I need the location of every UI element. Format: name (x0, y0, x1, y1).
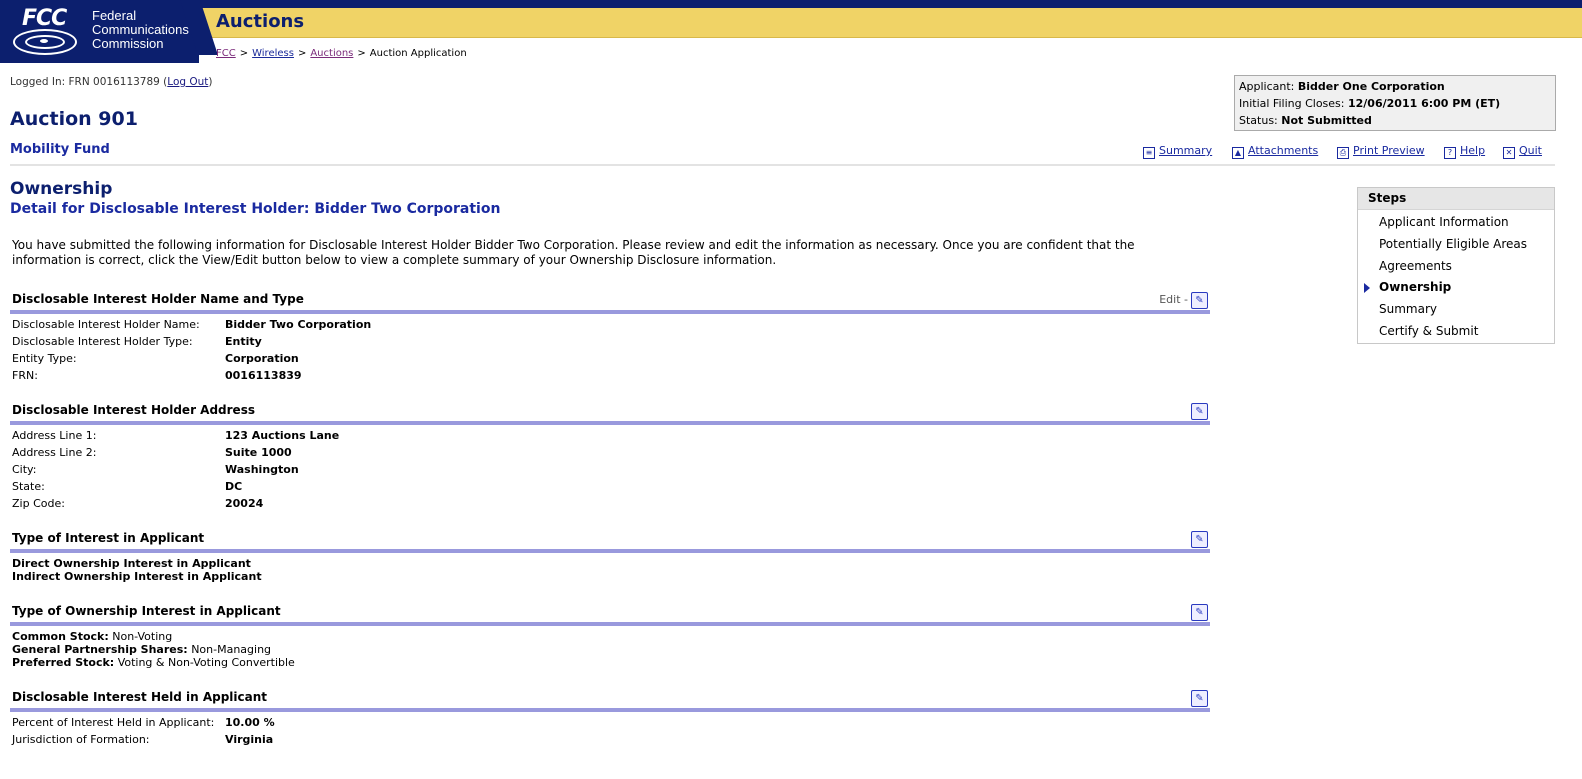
fcc-seal-icon (13, 29, 77, 55)
list-item: General Partnership Shares: Non-Managing (12, 643, 272, 656)
field-row: Address Line 2: Suite 1000 (12, 446, 292, 459)
applicant-line: Applicant: Bidder One Corporation (1239, 80, 1445, 93)
section-heading: Type of Interest in Applicant (12, 531, 205, 545)
field-row: Disclosable Interest Holder Name: Bidder … (12, 318, 372, 331)
steps-panel: Steps Applicant Information Potentially … (1357, 187, 1555, 344)
quit-link[interactable]: ✕ Quit (1503, 144, 1542, 159)
print-preview-link[interactable]: ⎙ Print Preview (1337, 144, 1425, 159)
help-icon: ? (1444, 147, 1456, 159)
summary-icon: ≡ (1143, 147, 1155, 159)
section-rule (10, 549, 1210, 553)
login-status: Logged In: FRN 0016113789 (Log Out) (10, 76, 213, 88)
step-applicant-information[interactable]: Applicant Information (1379, 215, 1509, 229)
current-step-arrow-icon (1364, 283, 1370, 293)
field-row: City: Washington (12, 463, 299, 476)
breadcrumb: FCC > Wireless > Auctions > Auction Applicatio… (216, 48, 467, 59)
section-heading: Disclosable Interest Holder Address (12, 403, 255, 417)
header-top-bar (199, 0, 1582, 8)
breadcrumb-fcc[interactable]: FCC (216, 48, 236, 59)
breadcrumb-wireless[interactable]: Wireless (252, 48, 294, 59)
summary-link[interactable]: ≡ Summary (1143, 144, 1212, 159)
auction-title: Auction 901 (10, 108, 138, 130)
section-rule (10, 622, 1210, 626)
step-agreements[interactable]: Agreements (1379, 259, 1452, 273)
edit-icon[interactable]: ✎ (1191, 531, 1208, 548)
field-row: Percent of Interest Held in Applicant: 10… (12, 716, 275, 729)
agency-name: Federal Communications Commission (92, 8, 189, 51)
applicant-info-box: Applicant: Bidder One Corporation Initia… (1234, 75, 1556, 131)
status-line: Status: Not Submitted (1239, 114, 1372, 127)
steps-heading: Steps (1358, 188, 1554, 210)
section-heading: Disclosable Interest Holder Name and Typ… (12, 292, 304, 306)
app-title: Auctions (216, 11, 305, 32)
help-link[interactable]: ? Help (1444, 144, 1485, 159)
fcc-logo-text: FCC (22, 6, 67, 31)
list-item: Preferred Stock: Voting & Non-Voting Con… (12, 656, 295, 669)
page-subtitle: Detail for Disclosable Interest Holder: … (10, 201, 501, 217)
attachments-link[interactable]: ▲ Attachments (1232, 144, 1318, 159)
close-icon: ✕ (1503, 147, 1515, 159)
step-certify-submit[interactable]: Certify & Submit (1379, 324, 1478, 338)
field-row: Jurisdiction of Formation: Virginia (12, 733, 274, 746)
step-summary[interactable]: Summary (1379, 302, 1437, 316)
section-rule (10, 421, 1210, 425)
print-icon: ⎙ (1337, 147, 1349, 159)
logout-link[interactable]: Log Out (167, 76, 208, 88)
edit-icon[interactable]: ✎ (1191, 604, 1208, 621)
field-row: Address Line 1: 123 Auctions Lane (12, 429, 340, 442)
list-item: Common Stock: Non-Voting (12, 630, 173, 643)
edit-label: Edit - (1159, 293, 1188, 306)
field-row: State: DC (12, 480, 243, 493)
intro-text: You have submitted the following informa… (12, 238, 1135, 267)
field-row: Zip Code: 20024 (12, 497, 264, 510)
field-row: Disclosable Interest Holder Type: Entity (12, 335, 262, 348)
auction-subtitle: Mobility Fund (10, 142, 110, 157)
field-row: Entity Type: Corporation (12, 352, 299, 365)
header-title-bar (199, 8, 1582, 38)
breadcrumb-current: Auction Application (369, 48, 467, 59)
fcc-logo[interactable]: FCC Federal Communications Commission (0, 0, 199, 63)
section-heading: Disclosable Interest Held in Applicant (12, 690, 268, 704)
page-title: Ownership (10, 179, 113, 199)
field-row: FRN: 0016113839 (12, 369, 302, 382)
edit-icon[interactable]: ✎ (1191, 292, 1208, 309)
step-potentially-eligible-areas[interactable]: Potentially Eligible Areas (1379, 237, 1527, 251)
header-divider (10, 164, 1555, 166)
list-item: Direct Ownership Interest in Applicant (12, 557, 251, 570)
step-ownership[interactable]: Ownership (1379, 280, 1451, 294)
attachments-icon: ▲ (1232, 147, 1244, 159)
list-item: Indirect Ownership Interest in Applicant (12, 570, 262, 583)
section-heading: Type of Ownership Interest in Applicant (12, 604, 281, 618)
section-rule (10, 708, 1210, 712)
edit-icon[interactable]: ✎ (1191, 403, 1208, 420)
filing-close-line: Initial Filing Closes: 12/06/2011 6:00 P… (1239, 97, 1501, 110)
section-rule (10, 310, 1210, 314)
edit-icon[interactable]: ✎ (1191, 690, 1208, 707)
breadcrumb-auctions[interactable]: Auctions (310, 48, 353, 59)
